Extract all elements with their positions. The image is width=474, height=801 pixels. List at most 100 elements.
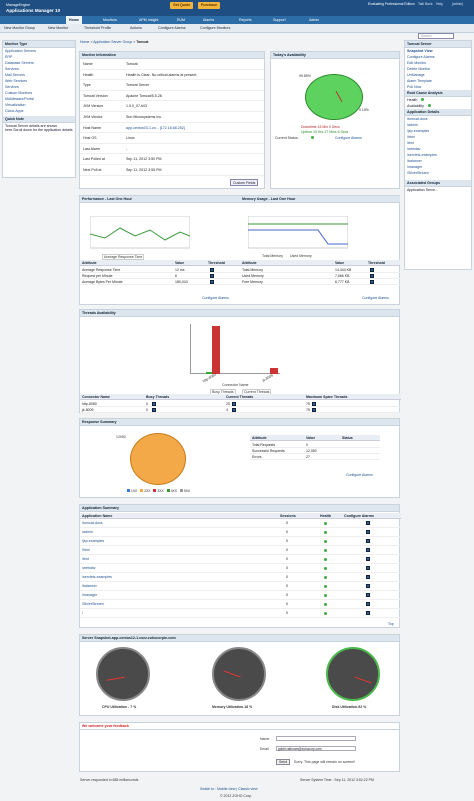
performance-memory-panel: Performance - Last One Hour Memory Usage… xyxy=(79,195,400,305)
feedback-name-input[interactable] xyxy=(276,736,356,741)
response-legend-swatch xyxy=(127,489,130,492)
threads-threshold-icon[interactable] xyxy=(152,408,156,412)
configure-monitors-link[interactable]: Configure Monitors xyxy=(200,26,230,30)
tab-monitors[interactable]: Monitors xyxy=(100,16,120,24)
server-time-text: Server System Time : Sep 11, 2012 3:52:2… xyxy=(300,778,374,782)
threads-threshold-icon[interactable] xyxy=(312,408,316,412)
threshold-profile-menu[interactable]: Threshold Profile xyxy=(84,26,111,30)
app-configure-alarm-icon[interactable] xyxy=(366,575,370,579)
breadcrumb-group[interactable]: Application Server Group xyxy=(93,40,132,44)
tab-reports[interactable]: Reports xyxy=(236,16,255,24)
threads-threshold-icon[interactable] xyxy=(152,402,156,406)
app-summary-name[interactable]: /admin xyxy=(82,530,93,534)
app-summary-name[interactable]: /tomcat-docs xyxy=(82,521,103,525)
top-link[interactable]: Top xyxy=(388,622,394,626)
availability-configure-alarms[interactable]: Configure Alarms xyxy=(335,136,362,140)
new-monitor-group-menu[interactable]: New Monitor Group xyxy=(4,26,35,30)
app-summary-name[interactable]: /SilverStream xyxy=(82,602,104,606)
app-summary-name[interactable]: /jsp-examples xyxy=(82,539,104,543)
tab-home[interactable]: Home xyxy=(66,16,82,24)
perf-col-threshold: Threshold xyxy=(208,261,225,265)
app-configure-alarm-icon[interactable] xyxy=(366,602,370,606)
threads-threshold-icon[interactable] xyxy=(312,402,316,406)
get-quote-button[interactable]: Get Quote xyxy=(170,2,194,9)
actions-menu[interactable]: Actions xyxy=(130,26,142,30)
app-configure-alarm-icon[interactable] xyxy=(366,548,370,552)
application-detail-item[interactable]: /SilverStream xyxy=(405,170,471,176)
memory-gauge-label: Memory Utilization-18 % xyxy=(212,705,253,709)
threads-threshold-icon[interactable] xyxy=(232,402,236,406)
tab-alarms[interactable]: Alarms xyxy=(200,16,217,24)
app-health-icon xyxy=(324,558,327,561)
monitor-info-row: Tomcat Version Apache Tomcat/5.5.28 xyxy=(80,91,264,102)
response-configure-alarms[interactable]: Configure Alarms xyxy=(346,473,373,477)
app-configure-alarm-icon[interactable] xyxy=(366,530,370,534)
mem-configure-alarms[interactable]: Configure Alarms xyxy=(362,296,389,300)
configure-alarms-link[interactable]: Configure Alarms xyxy=(158,26,186,30)
app-summary-name[interactable]: /manager xyxy=(82,593,97,597)
talk-back-link[interactable]: Talk Back xyxy=(418,2,433,6)
quick-note-text: Tomcat Server details are shown here.Scr… xyxy=(5,123,73,132)
app-summary-sessions: 0 xyxy=(286,584,288,588)
tab-admin[interactable]: Admin xyxy=(306,16,322,24)
current-status-label: Current Status : xyxy=(275,136,300,140)
app-summary-sessions: 0 xyxy=(286,557,288,561)
app-configure-alarm-icon[interactable] xyxy=(366,611,370,615)
threads-cell: 0 xyxy=(146,402,148,406)
app-configure-alarm-icon[interactable] xyxy=(366,593,370,597)
app-summary-row: /tomcat-docs 0 xyxy=(80,519,401,528)
associated-group-item[interactable]: Application Serve... xyxy=(405,187,471,193)
app-summary-name[interactable]: /servlets-examples xyxy=(82,575,112,579)
feedback-email-input[interactable]: gobbi.rathnam@zohocorp.com xyxy=(276,746,356,751)
threads-cell: 25 xyxy=(226,402,230,406)
threads-cell: 75 xyxy=(306,402,310,406)
search-input[interactable]: Search xyxy=(418,33,454,39)
monitor-info-value[interactable]: app-centos03-1.zo... [172.18.68.252] xyxy=(126,126,185,130)
app-configure-alarm-icon[interactable] xyxy=(366,584,370,588)
custom-fields-button[interactable]: Custom Fields xyxy=(230,179,259,186)
performance-cell: Request per Minute xyxy=(82,274,113,278)
app-summary-name[interactable]: /webdav xyxy=(82,566,95,570)
monitor-type-item[interactable]: Cloud Apps xyxy=(3,108,75,114)
monitor-info-value: Sun Microsystems Inc. xyxy=(126,114,163,119)
response-pie xyxy=(130,433,186,485)
mem-col-attribute: Attribute xyxy=(242,261,257,265)
threads-xlabel: Connector Name xyxy=(222,383,249,387)
view-switch-link[interactable]: Switch to : Mobile view | Classic view xyxy=(200,787,258,791)
tab-apm-insight[interactable]: APM Insight xyxy=(136,16,161,24)
user-link[interactable]: [admin] xyxy=(452,2,463,6)
feedback-panel: We welcome your feedback Name Email gobb… xyxy=(79,722,400,772)
rca-item-label: Availability xyxy=(407,103,424,108)
app-summary-name[interactable]: /balancer xyxy=(82,584,97,588)
tab-support[interactable]: Support xyxy=(270,16,289,24)
app-health-icon xyxy=(324,567,327,570)
app-summary-name[interactable]: / xyxy=(82,611,83,615)
apps-col-configure: Configure Alarms xyxy=(344,514,375,518)
performance-threshold-icon[interactable] xyxy=(210,274,214,278)
app-summary-name[interactable]: /html xyxy=(82,548,90,552)
performance-threshold-icon[interactable] xyxy=(210,280,214,284)
help-link[interactable]: Help xyxy=(436,2,443,6)
monitor-info-label: Name xyxy=(83,62,93,66)
send-button[interactable]: Send xyxy=(276,759,291,765)
thread-cat-http: http-8080 xyxy=(201,372,217,384)
app-configure-alarm-icon[interactable] xyxy=(366,557,370,561)
app-configure-alarm-icon[interactable] xyxy=(366,539,370,543)
threads-threshold-icon[interactable] xyxy=(232,408,236,412)
tab-eum[interactable]: EUM xyxy=(174,16,188,24)
monitor-info-row: Next Poll at Sep 11, 2012 3:55 PM xyxy=(80,165,264,176)
app-summary-name[interactable]: /test xyxy=(82,557,89,561)
monitor-info-label: Type xyxy=(83,83,91,88)
monitor-info-label: Next Poll at xyxy=(83,167,102,172)
app-configure-alarm-icon[interactable] xyxy=(366,566,370,570)
purchase-button[interactable]: Purchase xyxy=(198,2,221,9)
new-monitor-link[interactable]: New Monitor xyxy=(48,26,68,30)
breadcrumb-home[interactable]: Home xyxy=(80,40,89,44)
rca-item-label: Health xyxy=(407,97,418,102)
memory-threshold-icon[interactable] xyxy=(370,280,374,284)
performance-threshold-icon[interactable] xyxy=(210,268,214,272)
memory-threshold-icon[interactable] xyxy=(370,274,374,278)
perf-configure-alarms[interactable]: Configure Alarms xyxy=(202,296,229,300)
app-configure-alarm-icon[interactable] xyxy=(366,521,370,525)
memory-threshold-icon[interactable] xyxy=(370,268,374,272)
